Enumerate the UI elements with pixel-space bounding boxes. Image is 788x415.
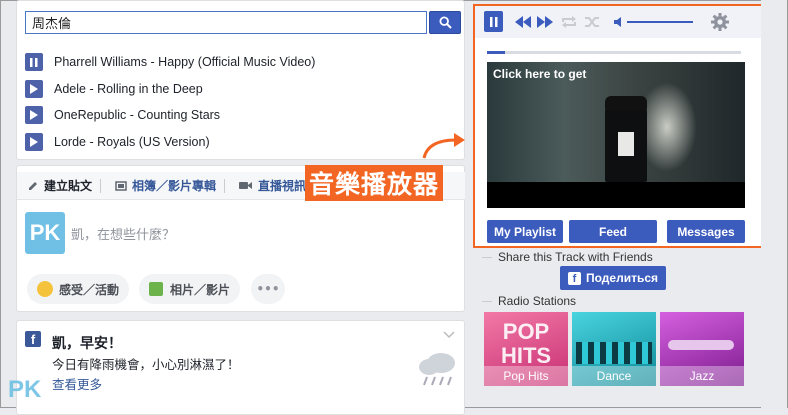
messages-button[interactable]: Messages — [667, 220, 745, 243]
station-pop-hits[interactable]: POP HITS Pop Hits — [484, 312, 568, 386]
tab-label: 相簿／影片專輯 — [132, 179, 217, 193]
gear-icon[interactable] — [711, 13, 729, 31]
music-player: Click here to get My Playlist Feed Messa… — [473, 4, 777, 248]
playback-progress[interactable] — [487, 51, 741, 54]
radio-divider — [482, 301, 492, 302]
video-bottom-bar — [487, 182, 745, 208]
search-button[interactable] — [429, 11, 461, 34]
tab-label: 建立貼文 — [44, 179, 93, 193]
smiley-icon — [37, 281, 53, 297]
chevron-down-icon[interactable] — [443, 331, 455, 339]
track-item[interactable]: Lorde - Royals (US Version) — [25, 131, 210, 153]
track-title: Lorde - Royals (US Version) — [54, 135, 210, 149]
station-label: Dance — [572, 366, 656, 386]
play-icon[interactable] — [25, 80, 43, 98]
feeling-activity-button[interactable]: 感受／活動 — [27, 274, 130, 304]
tab-album[interactable]: 相簿／影片專輯 — [115, 177, 226, 194]
photo-video-button[interactable]: 相片／影片 — [139, 274, 241, 304]
volume-icon[interactable] — [614, 16, 624, 28]
pause-button[interactable] — [484, 11, 503, 32]
track-item[interactable]: Pharrell Williams - Happy (Official Musi… — [25, 51, 315, 73]
composer-placeholder[interactable]: 凱，在想些什麼？ — [71, 224, 175, 243]
pk-watermark-logo: PK — [8, 376, 42, 403]
share-divider — [482, 257, 492, 258]
rewind-icon[interactable] — [515, 16, 531, 28]
post-body: 今日有降雨機會，小心別淋濕了！ — [52, 357, 240, 372]
search-input[interactable] — [25, 11, 427, 34]
share-label: Поделиться — [585, 271, 659, 285]
facebook-logo-icon: f — [25, 331, 41, 347]
more-icon: ••• — [256, 282, 280, 296]
rain-cloud-icon — [419, 353, 455, 386]
pause-icon[interactable] — [25, 53, 43, 71]
station-label: Pop Hits — [484, 366, 568, 386]
feed-button[interactable]: Feed — [569, 220, 657, 243]
trumpet-graphic-icon — [668, 340, 734, 350]
tab-live-video[interactable]: 直播視訊 — [239, 177, 306, 194]
search-row — [25, 11, 467, 35]
weather-post: f 凱，早安！ 今日有降雨機會，小心別淋濕了！ 查看更多 — [16, 320, 465, 415]
station-jazz[interactable]: Jazz — [660, 312, 744, 386]
volume-slider[interactable] — [627, 21, 693, 23]
video-player[interactable]: Click here to get — [487, 62, 745, 208]
search-icon — [438, 16, 452, 29]
track-title: OneRepublic - Counting Stars — [54, 108, 221, 122]
station-art-text: POP HITS — [500, 319, 552, 368]
station-dance[interactable]: Dance — [572, 312, 656, 386]
tab-create-post[interactable]: 建立貼文 — [27, 177, 102, 194]
progress-fill — [487, 51, 505, 54]
track-title: Pharrell Williams - Happy (Official Musi… — [54, 55, 316, 69]
fast-forward-icon[interactable] — [537, 16, 553, 28]
post-title: 凱，早安！ — [52, 336, 122, 352]
mixer-graphic-icon — [576, 342, 652, 364]
video-caption[interactable]: Click here to get — [493, 67, 586, 81]
track-title: Adele - Rolling in the Deep — [54, 82, 203, 96]
station-label: Jazz — [660, 366, 744, 386]
track-item[interactable]: OneRepublic - Counting Stars — [25, 104, 220, 126]
tab-label: 直播視訊 — [258, 179, 307, 193]
play-icon[interactable] — [25, 133, 43, 151]
share-button[interactable]: f Поделиться — [560, 266, 666, 290]
facebook-icon: f — [567, 271, 581, 285]
my-playlist-button[interactable]: My Playlist — [487, 220, 563, 243]
see-more-link[interactable]: 查看更多 — [52, 374, 102, 393]
radio-title: Radio Stations — [498, 294, 577, 308]
player-annotation: 音樂播放器 — [305, 165, 444, 201]
play-icon[interactable] — [25, 106, 43, 124]
search-card: Pharrell Williams - Happy (Official Musi… — [16, 0, 465, 160]
right-margin — [761, 0, 787, 408]
annotation-arrow-icon — [422, 133, 465, 159]
feeling-label: 感受／活動 — [59, 282, 120, 297]
video-shirt — [618, 132, 634, 156]
track-item[interactable]: Adele - Rolling in the Deep — [25, 78, 203, 100]
video-hat — [605, 96, 647, 110]
photo-label: 相片／影片 — [170, 282, 231, 297]
more-button[interactable]: ••• — [251, 274, 285, 304]
album-icon — [115, 180, 127, 191]
player-controls — [475, 6, 775, 38]
shuffle-icon[interactable] — [585, 16, 601, 28]
video-camera-icon — [239, 182, 253, 189]
pencil-icon — [29, 181, 37, 190]
photo-icon — [149, 282, 163, 296]
repeat-icon[interactable] — [561, 16, 577, 28]
share-title: Share this Track with Friends — [498, 250, 653, 264]
pause-icon — [489, 16, 497, 27]
avatar[interactable]: PK — [25, 212, 65, 254]
